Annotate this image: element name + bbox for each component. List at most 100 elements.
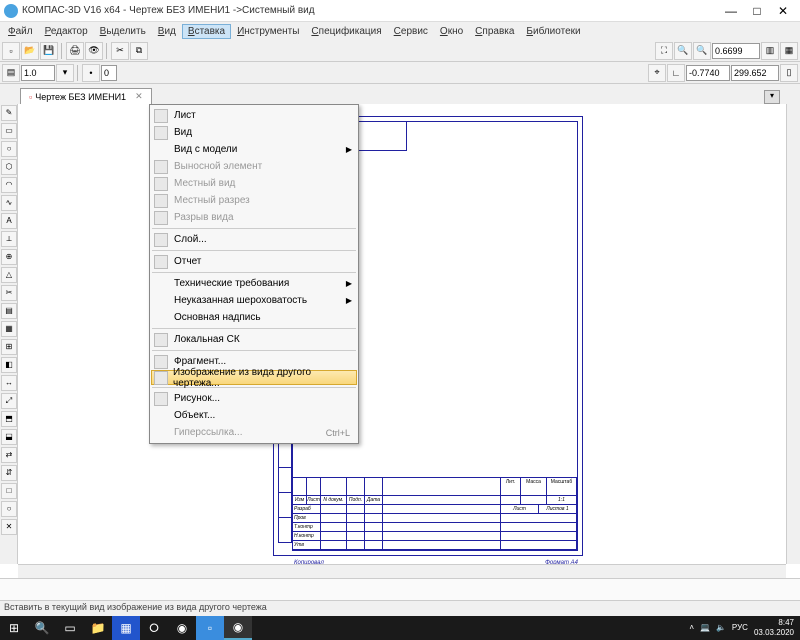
coord-button[interactable]: ▯	[780, 64, 798, 82]
menu-редактор[interactable]: Редактор	[39, 24, 94, 39]
tool-button-21[interactable]: □	[1, 483, 17, 499]
snap-button[interactable]: ⌖	[648, 64, 666, 82]
menu-сервис[interactable]: Сервис	[388, 24, 434, 39]
system-tray[interactable]: ˄ 💻🔈 РУС 8:47 03.03.2020	[689, 618, 800, 638]
tray-lang[interactable]: РУС	[732, 623, 748, 633]
tool-button-5[interactable]: ∿	[1, 195, 17, 211]
menu-вставка[interactable]: Вставка	[182, 24, 231, 39]
menu-item[interactable]: Рисунок...	[152, 390, 356, 407]
menu-справка[interactable]: Справка	[469, 24, 520, 39]
tool-button-8[interactable]: ⊕	[1, 249, 17, 265]
tool-button-15[interactable]: ↔	[1, 375, 17, 391]
menu-item: Выносной элемент	[152, 158, 356, 175]
yandex-icon[interactable]: ⭘	[140, 616, 168, 640]
menu-item[interactable]: Вид с модели▶	[152, 141, 356, 158]
tab-list-dropdown[interactable]: ▾	[764, 90, 780, 104]
menu-item[interactable]: Объект...	[152, 407, 356, 424]
tool-button-14[interactable]: ◧	[1, 357, 17, 373]
tab-close-icon[interactable]: ✕	[135, 91, 143, 102]
tool-button-4[interactable]: ◠	[1, 177, 17, 193]
copy-button[interactable]: ⧉	[130, 42, 148, 60]
kompas-task-icon[interactable]: ◉	[224, 616, 252, 640]
window-titlebar: КОМПАС-3D V16 x64 - Чертеж БЕЗ ИМЕНИ1 ->…	[0, 0, 800, 22]
menu-файл[interactable]: Файл	[2, 24, 39, 39]
grid-button[interactable]: ▦	[780, 42, 798, 60]
menu-item[interactable]: Отчет	[152, 253, 356, 270]
tool-button-11[interactable]: ▤	[1, 303, 17, 319]
menu-item[interactable]: Изображение из вида другого чертежа...	[151, 370, 357, 385]
menu-item[interactable]: Лист	[152, 107, 356, 124]
menu-item[interactable]: Неуказанная шероховатость▶	[152, 292, 356, 309]
tool-button-13[interactable]: ⊞	[1, 339, 17, 355]
tool-button-2[interactable]: ○	[1, 141, 17, 157]
zoom-field[interactable]: 0.6699	[712, 43, 760, 59]
menu-item[interactable]: Основная надпись	[152, 309, 356, 326]
state-button[interactable]: •	[82, 64, 100, 82]
vertical-scrollbar[interactable]	[786, 104, 800, 564]
explorer-icon[interactable]: 📁	[84, 616, 112, 640]
tool-button-10[interactable]: ✂	[1, 285, 17, 301]
tray-date: 03.03.2020	[754, 628, 794, 638]
title-block[interactable]: Лит.МассаМасштабИзмЛистN докум.Подп.Дата…	[292, 477, 578, 551]
menu-item[interactable]: Технические требования▶	[152, 275, 356, 292]
menu-инструменты[interactable]: Инструменты	[231, 24, 305, 39]
tool-button-6[interactable]: A	[1, 213, 17, 229]
coord-y-field[interactable]: 299.652	[731, 65, 779, 81]
zoom-fit-button[interactable]: ⛶	[655, 42, 673, 60]
cut-button[interactable]: ✂	[111, 42, 129, 60]
menu-item-icon	[154, 233, 168, 247]
measure-button[interactable]: ▥	[761, 42, 779, 60]
menu-item: Местный разрез	[152, 192, 356, 209]
menu-окно[interactable]: Окно	[434, 24, 469, 39]
print-button[interactable]: 🖨	[66, 42, 84, 60]
menu-библиотеки[interactable]: Библиотеки	[520, 24, 586, 39]
maximize-button[interactable]: □	[744, 0, 770, 22]
menu-вид[interactable]: Вид	[152, 24, 182, 39]
horizontal-scrollbar[interactable]	[18, 564, 786, 578]
save-button[interactable]: 💾	[40, 42, 58, 60]
zoom-in-button[interactable]: 🔍	[674, 42, 692, 60]
submenu-arrow-icon: ▶	[346, 145, 352, 154]
menu-item[interactable]: Вид	[152, 124, 356, 141]
tool-button-12[interactable]: ▦	[1, 321, 17, 337]
preview-button[interactable]: 👁	[85, 42, 103, 60]
tool-button-17[interactable]: ⬒	[1, 411, 17, 427]
app-task-icon[interactable]: ▫	[196, 616, 224, 640]
tool-button-22[interactable]: ○	[1, 501, 17, 517]
zoom-out-button[interactable]: 🔍	[693, 42, 711, 60]
document-tab[interactable]: ▫ Чертеж БЕЗ ИМЕНИ1 ✕	[20, 88, 152, 104]
calc-icon[interactable]: ▦	[112, 616, 140, 640]
tool-button-3[interactable]: ⬡	[1, 159, 17, 175]
new-doc-button[interactable]: ▫	[2, 42, 20, 60]
minimize-button[interactable]: —	[718, 0, 744, 22]
search-button[interactable]: 🔍	[28, 616, 56, 640]
taskview-button[interactable]: ▭	[56, 616, 84, 640]
chrome-icon[interactable]: ◉	[168, 616, 196, 640]
start-button[interactable]: ⊞	[0, 616, 28, 640]
tray-up-icon[interactable]: ˄	[689, 623, 694, 633]
windows-taskbar: ⊞ 🔍 ▭ 📁 ▦ ⭘ ◉ ▫ ◉ ˄ 💻🔈 РУС 8:47 03.03.20…	[0, 616, 800, 640]
open-button[interactable]: 📂	[21, 42, 39, 60]
ortho-button[interactable]: ∟	[667, 64, 685, 82]
layer-field[interactable]: 0	[101, 65, 117, 81]
coord-x-field[interactable]: -0.7740	[686, 65, 730, 81]
tool-button-23[interactable]: ✕	[1, 519, 17, 535]
menu-item[interactable]: Локальная СК	[152, 331, 356, 348]
scale-dd[interactable]: ▾	[56, 64, 74, 82]
menu-item: Гиперссылка...Ctrl+L	[152, 424, 356, 441]
tool-button-1[interactable]: ▭	[1, 123, 17, 139]
tool-button-0[interactable]: ✎	[1, 105, 17, 121]
layers-button[interactable]: ▤	[2, 64, 20, 82]
tool-button-19[interactable]: ⇄	[1, 447, 17, 463]
menu-спецификация[interactable]: Спецификация	[305, 24, 387, 39]
scale-field[interactable]: 1.0	[21, 65, 55, 81]
tool-button-16[interactable]: ⤢	[1, 393, 17, 409]
menu-выделить[interactable]: Выделить	[94, 24, 152, 39]
tool-button-9[interactable]: △	[1, 267, 17, 283]
tool-button-7[interactable]: ⟂	[1, 231, 17, 247]
close-button[interactable]: ✕	[770, 0, 796, 22]
drawing-canvas[interactable]: Лит.МассаМасштабИзмЛистN докум.Подп.Дата…	[18, 104, 786, 564]
menu-item[interactable]: Слой...	[152, 231, 356, 248]
tool-button-20[interactable]: ⇵	[1, 465, 17, 481]
tool-button-18[interactable]: ⬓	[1, 429, 17, 445]
